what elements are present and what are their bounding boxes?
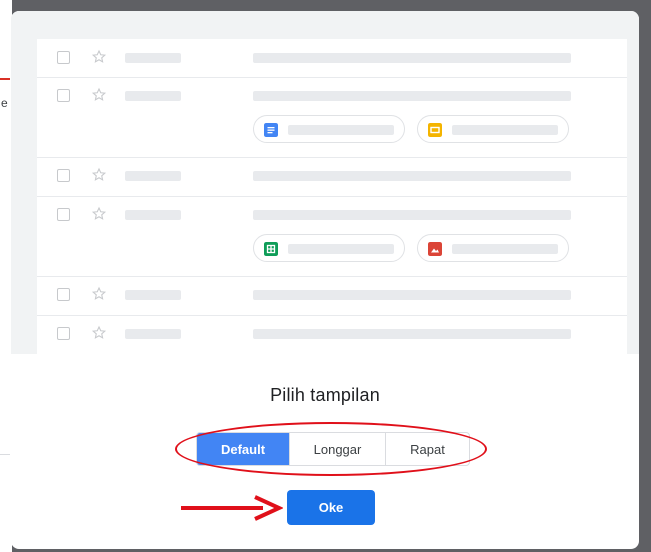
sender-placeholder <box>125 53 181 63</box>
sender-placeholder <box>125 210 181 220</box>
attachment-name-placeholder <box>288 125 394 135</box>
checkbox-icon <box>57 327 70 340</box>
density-option-compact[interactable]: Rapat <box>385 433 469 465</box>
checkbox-icon <box>57 208 70 221</box>
star-icon <box>91 49 107 63</box>
subject-placeholder <box>253 329 571 339</box>
sender-placeholder <box>125 171 181 181</box>
density-selector: Default Longgar Rapat <box>196 432 470 466</box>
background-text-fragment: e <box>1 96 8 110</box>
photo-icon <box>428 242 442 256</box>
subject-placeholder <box>253 53 571 63</box>
density-option-comfortable[interactable]: Longgar <box>289 433 385 465</box>
star-icon <box>91 206 107 220</box>
subject-placeholder <box>253 210 571 220</box>
attachment-chip <box>417 115 569 143</box>
attachment-chip <box>417 234 569 262</box>
preview-row <box>37 276 627 316</box>
density-dialog: Pilih tampilan Default Longgar Rapat Oke <box>11 11 639 549</box>
attachment-chip <box>253 234 405 262</box>
density-option-default[interactable]: Default <box>197 433 289 465</box>
inbox-preview-illustration <box>11 11 639 354</box>
ok-button[interactable]: Oke <box>287 490 375 525</box>
background-accent-line <box>0 78 10 80</box>
checkbox-icon <box>57 89 70 102</box>
checkbox-icon <box>57 169 70 182</box>
slides-icon <box>428 123 442 137</box>
sender-placeholder <box>125 91 181 101</box>
attachment-name-placeholder <box>288 244 394 254</box>
inbox-preview-list <box>37 39 627 354</box>
subject-placeholder <box>253 91 571 101</box>
star-icon <box>91 286 107 300</box>
annotation-arrow-icon <box>181 495 283 521</box>
star-icon <box>91 87 107 101</box>
attachment-name-placeholder <box>452 244 558 254</box>
attachment-chip <box>253 115 405 143</box>
dialog-title: Pilih tampilan <box>270 385 380 405</box>
sheets-icon <box>264 242 278 256</box>
checkbox-icon <box>57 51 70 64</box>
attachment-name-placeholder <box>452 125 558 135</box>
star-icon <box>91 325 107 339</box>
checkbox-icon <box>57 288 70 301</box>
subject-placeholder <box>253 171 571 181</box>
background-divider <box>0 454 10 455</box>
subject-placeholder <box>253 290 571 300</box>
preview-row <box>37 39 627 78</box>
sender-placeholder <box>125 329 181 339</box>
preview-row <box>37 77 627 158</box>
star-icon <box>91 167 107 181</box>
docs-icon <box>264 123 278 137</box>
sender-placeholder <box>125 290 181 300</box>
preview-row <box>37 315 627 354</box>
preview-row <box>37 157 627 197</box>
preview-row <box>37 196 627 277</box>
